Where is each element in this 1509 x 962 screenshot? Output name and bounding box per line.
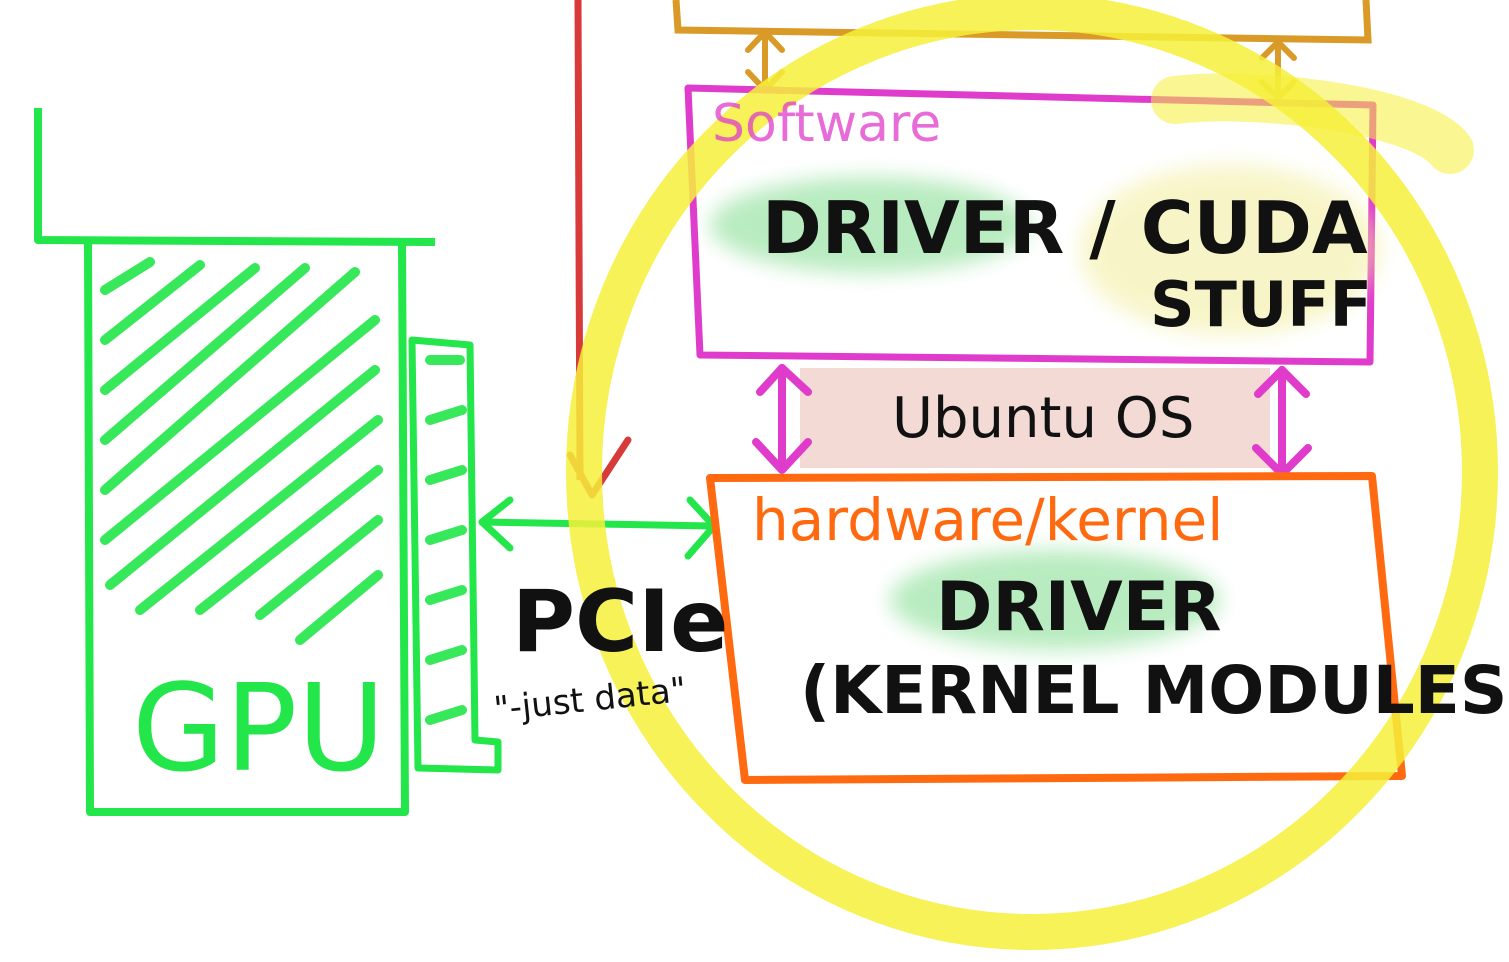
gpu-scribble bbox=[100, 257, 467, 725]
hardware-label: hardware/kernel bbox=[752, 486, 1224, 554]
software-label: Software bbox=[712, 94, 942, 154]
sketch-diagram: GPU PCIe "-just data" Software DRIVER / … bbox=[0, 0, 1509, 962]
software-line-1: DRIVER / CUDA bbox=[762, 186, 1368, 270]
os-label: Ubuntu OS bbox=[892, 386, 1195, 451]
software-line-2: STUFF bbox=[1150, 268, 1372, 341]
hardware-line-1: DRIVER bbox=[936, 568, 1222, 647]
hardware-line-2: (KERNEL MODULES) bbox=[800, 652, 1509, 729]
pcie-label: PCIe bbox=[512, 572, 729, 672]
gpu-label: GPU bbox=[132, 660, 386, 799]
